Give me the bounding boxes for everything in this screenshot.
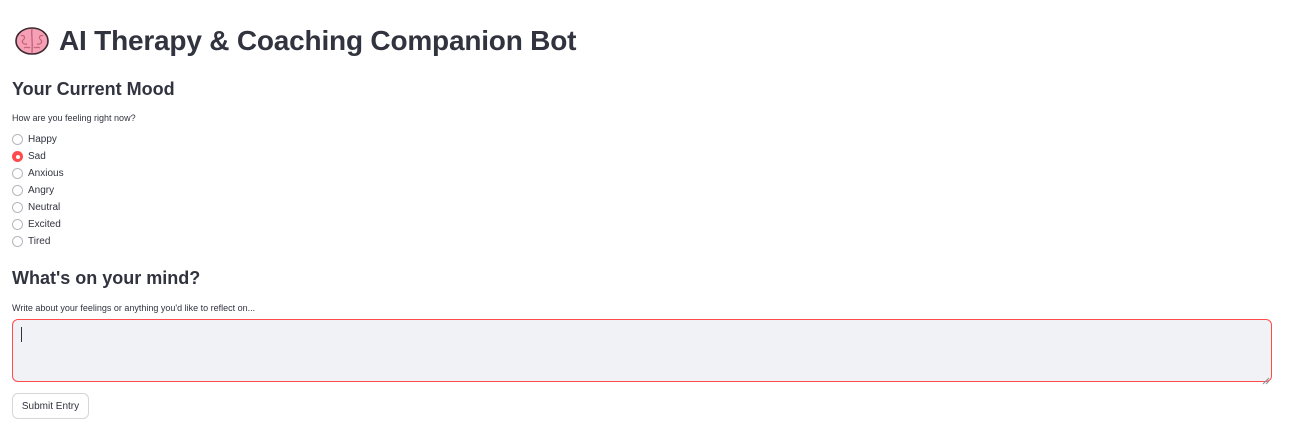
radio-button-icon[interactable] [12,168,23,179]
mood-section-heading: Your Current Mood [12,79,175,99]
mood-radio-group: Happy Sad Anxious Angry Neutral Excited Tired [12,131,64,250]
text-caret [21,327,22,342]
brain-icon [14,26,50,56]
page-title: AI Therapy & Coaching Companion Bot [59,25,577,56]
mood-option-label: Anxious [28,168,64,179]
mood-question-label: How are you feeling right now? [12,113,136,123]
mood-option-excited[interactable]: Excited [12,216,64,233]
mood-option-sad[interactable]: Sad [12,148,64,165]
mood-option-label: Excited [28,219,61,230]
mind-section-heading: What's on your mind? [12,268,201,288]
page-header: AI Therapy & Coaching Companion Bot [14,24,576,58]
mood-option-label: Neutral [28,202,61,213]
mood-option-label: Angry [28,185,55,196]
radio-button-icon[interactable] [12,236,23,247]
radio-button-icon[interactable] [12,185,23,196]
reflection-textarea[interactable] [12,319,1272,382]
app-page: AI Therapy & Coaching Companion Bot Your… [0,0,1310,431]
radio-button-icon[interactable] [12,219,23,230]
mood-option-label: Happy [28,134,57,145]
mood-option-angry[interactable]: Angry [12,182,64,199]
mood-option-label: Tired [28,236,51,247]
mood-option-tired[interactable]: Tired [12,233,64,250]
submit-entry-button[interactable]: Submit Entry [12,393,89,419]
mood-option-label: Sad [28,151,46,162]
radio-button-icon[interactable] [12,202,23,213]
radio-button-icon[interactable] [12,151,23,162]
radio-button-icon[interactable] [12,134,23,145]
mood-option-neutral[interactable]: Neutral [12,199,64,216]
mood-option-anxious[interactable]: Anxious [12,165,64,182]
resize-handle-icon[interactable] [1262,372,1270,385]
mood-option-happy[interactable]: Happy [12,131,64,148]
reflection-prompt-label: Write about your feelings or anything yo… [12,303,256,313]
